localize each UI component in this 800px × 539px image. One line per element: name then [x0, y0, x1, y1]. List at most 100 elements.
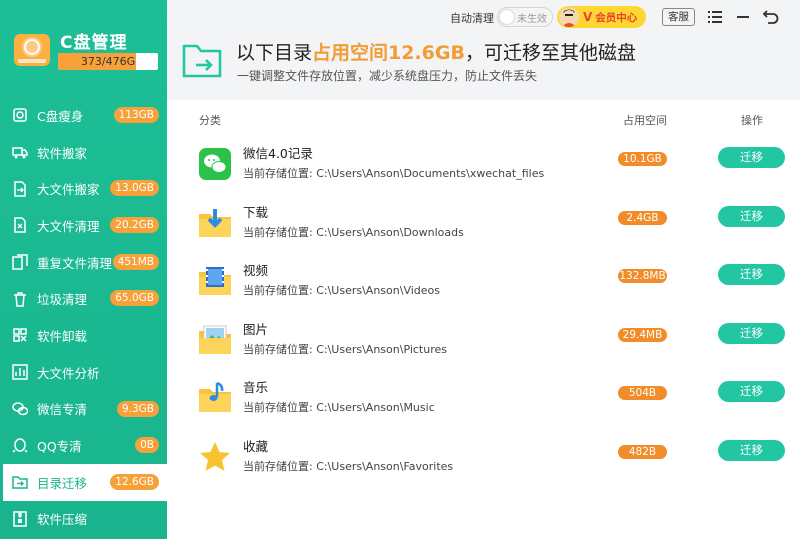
sidebar-item-badge: 65.0GB: [110, 290, 159, 307]
customer-service-button[interactable]: 客服: [662, 8, 695, 26]
row-name: 微信4.0记录: [243, 146, 313, 161]
vip-center-button[interactable]: V 会员中心: [557, 6, 646, 28]
row-name: 图片: [243, 321, 269, 337]
sidebar-item-badge: 451MB: [112, 253, 159, 270]
directory-table: 分类 占用空间 操作 微信4.0记录 当前存储位置: C:\Users\Anson…: [167, 100, 800, 539]
back-icon[interactable]: [761, 7, 781, 27]
size-badge: 10.1GB: [618, 152, 667, 166]
title-post: ，可迁移至其他磁盘: [464, 42, 636, 64]
sidebar-item-3[interactable]: 大文件清理 20.2GB: [0, 207, 167, 244]
big-file-move-icon: [12, 180, 28, 197]
disk-logo-icon: [14, 34, 50, 66]
sidebar-item-label: 大文件搬家: [37, 182, 100, 198]
toggle-state-text: 未生效: [517, 14, 547, 25]
sidebar-item-label: 微信专清: [37, 402, 88, 418]
table-row: 下载当前存储位置: C:\Users\Anson\Downloads 2.4GB 迁…: [167, 195, 800, 254]
sidebar-item-11[interactable]: 软件压缩: [0, 501, 167, 538]
toggle-knob: [500, 10, 514, 24]
minimize-icon[interactable]: [733, 7, 753, 27]
analysis-icon: [12, 364, 28, 380]
slim-icon: [12, 107, 28, 123]
sidebar-item-label: 软件压缩: [37, 512, 88, 528]
row-path: 当前存储位置: C:\Users\Anson\Music: [243, 401, 435, 414]
row-name: 收藏: [243, 438, 269, 454]
music-folder-icon: [199, 381, 231, 412]
migrate-button[interactable]: 迁移: [718, 264, 785, 285]
trash-icon: [12, 291, 28, 307]
duplicate-file-icon: [12, 254, 28, 270]
video-folder-icon: [199, 267, 231, 295]
sidebar-item-1[interactable]: 软件搬家: [0, 134, 167, 171]
compress-icon: [12, 511, 28, 527]
page-title: 以下目录占用空间12.6GB，可迁移至其他磁盘: [236, 38, 636, 65]
sidebar: C盘管理 373/476G C盘瘦身 113GB 软件搬家 大文件搬家 13.0GB 大文…: [0, 0, 167, 539]
sidebar-item-10[interactable]: 目录迁移 12.6GB: [0, 463, 167, 501]
sidebar-item-badge: 20.2GB: [110, 217, 159, 234]
row-path: 当前存储位置: C:\Users\Anson\Favorites: [243, 459, 454, 473]
sidebar-item-6[interactable]: 软件卸载: [0, 317, 167, 354]
row-path: 当前存储位置: C:\Users\Anson\Downloads: [243, 225, 464, 239]
auto-clean-label: 自动清理: [450, 12, 494, 25]
sidebar-item-9[interactable]: QQ专清 0B: [0, 427, 167, 464]
column-category: 分类: [199, 114, 221, 127]
sidebar-item-label: C盘瘦身: [37, 108, 84, 124]
sidebar-item-7[interactable]: 大文件分析: [0, 354, 167, 391]
size-badge: 2.4GB: [618, 210, 667, 225]
sidebar-item-badge: 13.0GB: [110, 180, 159, 197]
picture-folder-icon: [199, 325, 231, 354]
row-name: 音乐: [243, 380, 269, 395]
sidebar-item-4[interactable]: 重复文件清理 451MB: [0, 244, 167, 281]
sidebar-item-badge: 113GB: [113, 107, 159, 123]
table-row: 视频当前存储位置: C:\Users\Anson\Videos 132.8MB 迁移: [167, 253, 800, 312]
wechat-icon: [12, 401, 29, 417]
migrate-button[interactable]: 迁移: [718, 439, 785, 461]
dir-migrate-icon: [12, 474, 28, 490]
vip-letter: V: [583, 10, 593, 24]
sidebar-item-2[interactable]: 大文件搬家 13.0GB: [0, 170, 167, 207]
column-size: 占用空间: [623, 114, 667, 127]
title-highlight: 占用空间12.6GB: [312, 42, 465, 64]
migrate-button[interactable]: 迁移: [718, 147, 785, 168]
size-badge: 29.4MB: [618, 327, 667, 342]
migrate-button[interactable]: 迁移: [718, 381, 785, 402]
sidebar-item-label: 软件搬家: [37, 145, 88, 161]
sidebar-item-badge: 0B: [135, 437, 159, 454]
sidebar-item-5[interactable]: 垃圾清理 65.0GB: [0, 280, 167, 317]
star-icon: [200, 441, 230, 471]
sidebar-item-label: 重复文件清理: [37, 255, 113, 271]
migrate-button[interactable]: 迁移: [718, 205, 785, 227]
migrate-button[interactable]: 迁移: [718, 322, 785, 344]
avatar: [559, 7, 579, 27]
sidebar-item-label: 软件卸载: [37, 328, 88, 344]
size-badge: 132.8MB: [618, 269, 667, 283]
folder-migrate-icon: [182, 44, 222, 78]
row-path: 当前存储位置: C:\Users\Anson\Videos: [243, 284, 440, 297]
disk-usage-text: 373/476G: [80, 55, 136, 68]
sidebar-nav: C盘瘦身 113GB 软件搬家 大文件搬家 13.0GB 大文件清理 20.2GB 重复文件清…: [0, 97, 167, 537]
sidebar-item-badge: 9.3GB: [116, 400, 159, 417]
sidebar-item-label: QQ专清: [37, 439, 82, 455]
big-file-clean-icon: [12, 217, 28, 234]
size-badge: 504B: [618, 386, 667, 400]
app-title: C盘管理: [60, 33, 128, 53]
page-subtitle: 一键调整文件存放位置，减少系统盘压力，防止文件丢失: [237, 69, 538, 83]
table-row: 微信4.0记录当前存储位置: C:\Users\Anson\Documents\…: [167, 136, 800, 195]
sidebar-item-0[interactable]: C盘瘦身 113GB: [0, 97, 167, 134]
size-badge: 482B: [618, 444, 667, 459]
disk-usage-bar: 373/476G: [58, 53, 158, 70]
row-name: 下载: [243, 204, 269, 220]
row-path: 当前存储位置: C:\Users\Anson\Pictures: [243, 342, 447, 356]
auto-clean-toggle[interactable]: 未生效: [497, 7, 553, 27]
table-row: 收藏当前存储位置: C:\Users\Anson\Favorites 482B 迁移: [167, 429, 800, 488]
sidebar-item-label: 垃圾清理: [37, 292, 88, 308]
uninstall-icon: [12, 327, 28, 343]
row-path: 当前存储位置: C:\Users\Anson\Documents\xwechat…: [243, 167, 545, 180]
table-row: 音乐当前存储位置: C:\Users\Anson\Music 504B 迁移: [167, 370, 800, 429]
qq-icon: [12, 437, 28, 454]
sidebar-item-8[interactable]: 微信专清 9.3GB: [0, 391, 167, 428]
sidebar-item-label: 大文件分析: [37, 365, 100, 381]
vip-label: 会员中心: [595, 11, 638, 24]
wechat-icon: [199, 148, 231, 180]
row-name: 视频: [243, 263, 269, 278]
menu-icon[interactable]: [705, 7, 725, 27]
